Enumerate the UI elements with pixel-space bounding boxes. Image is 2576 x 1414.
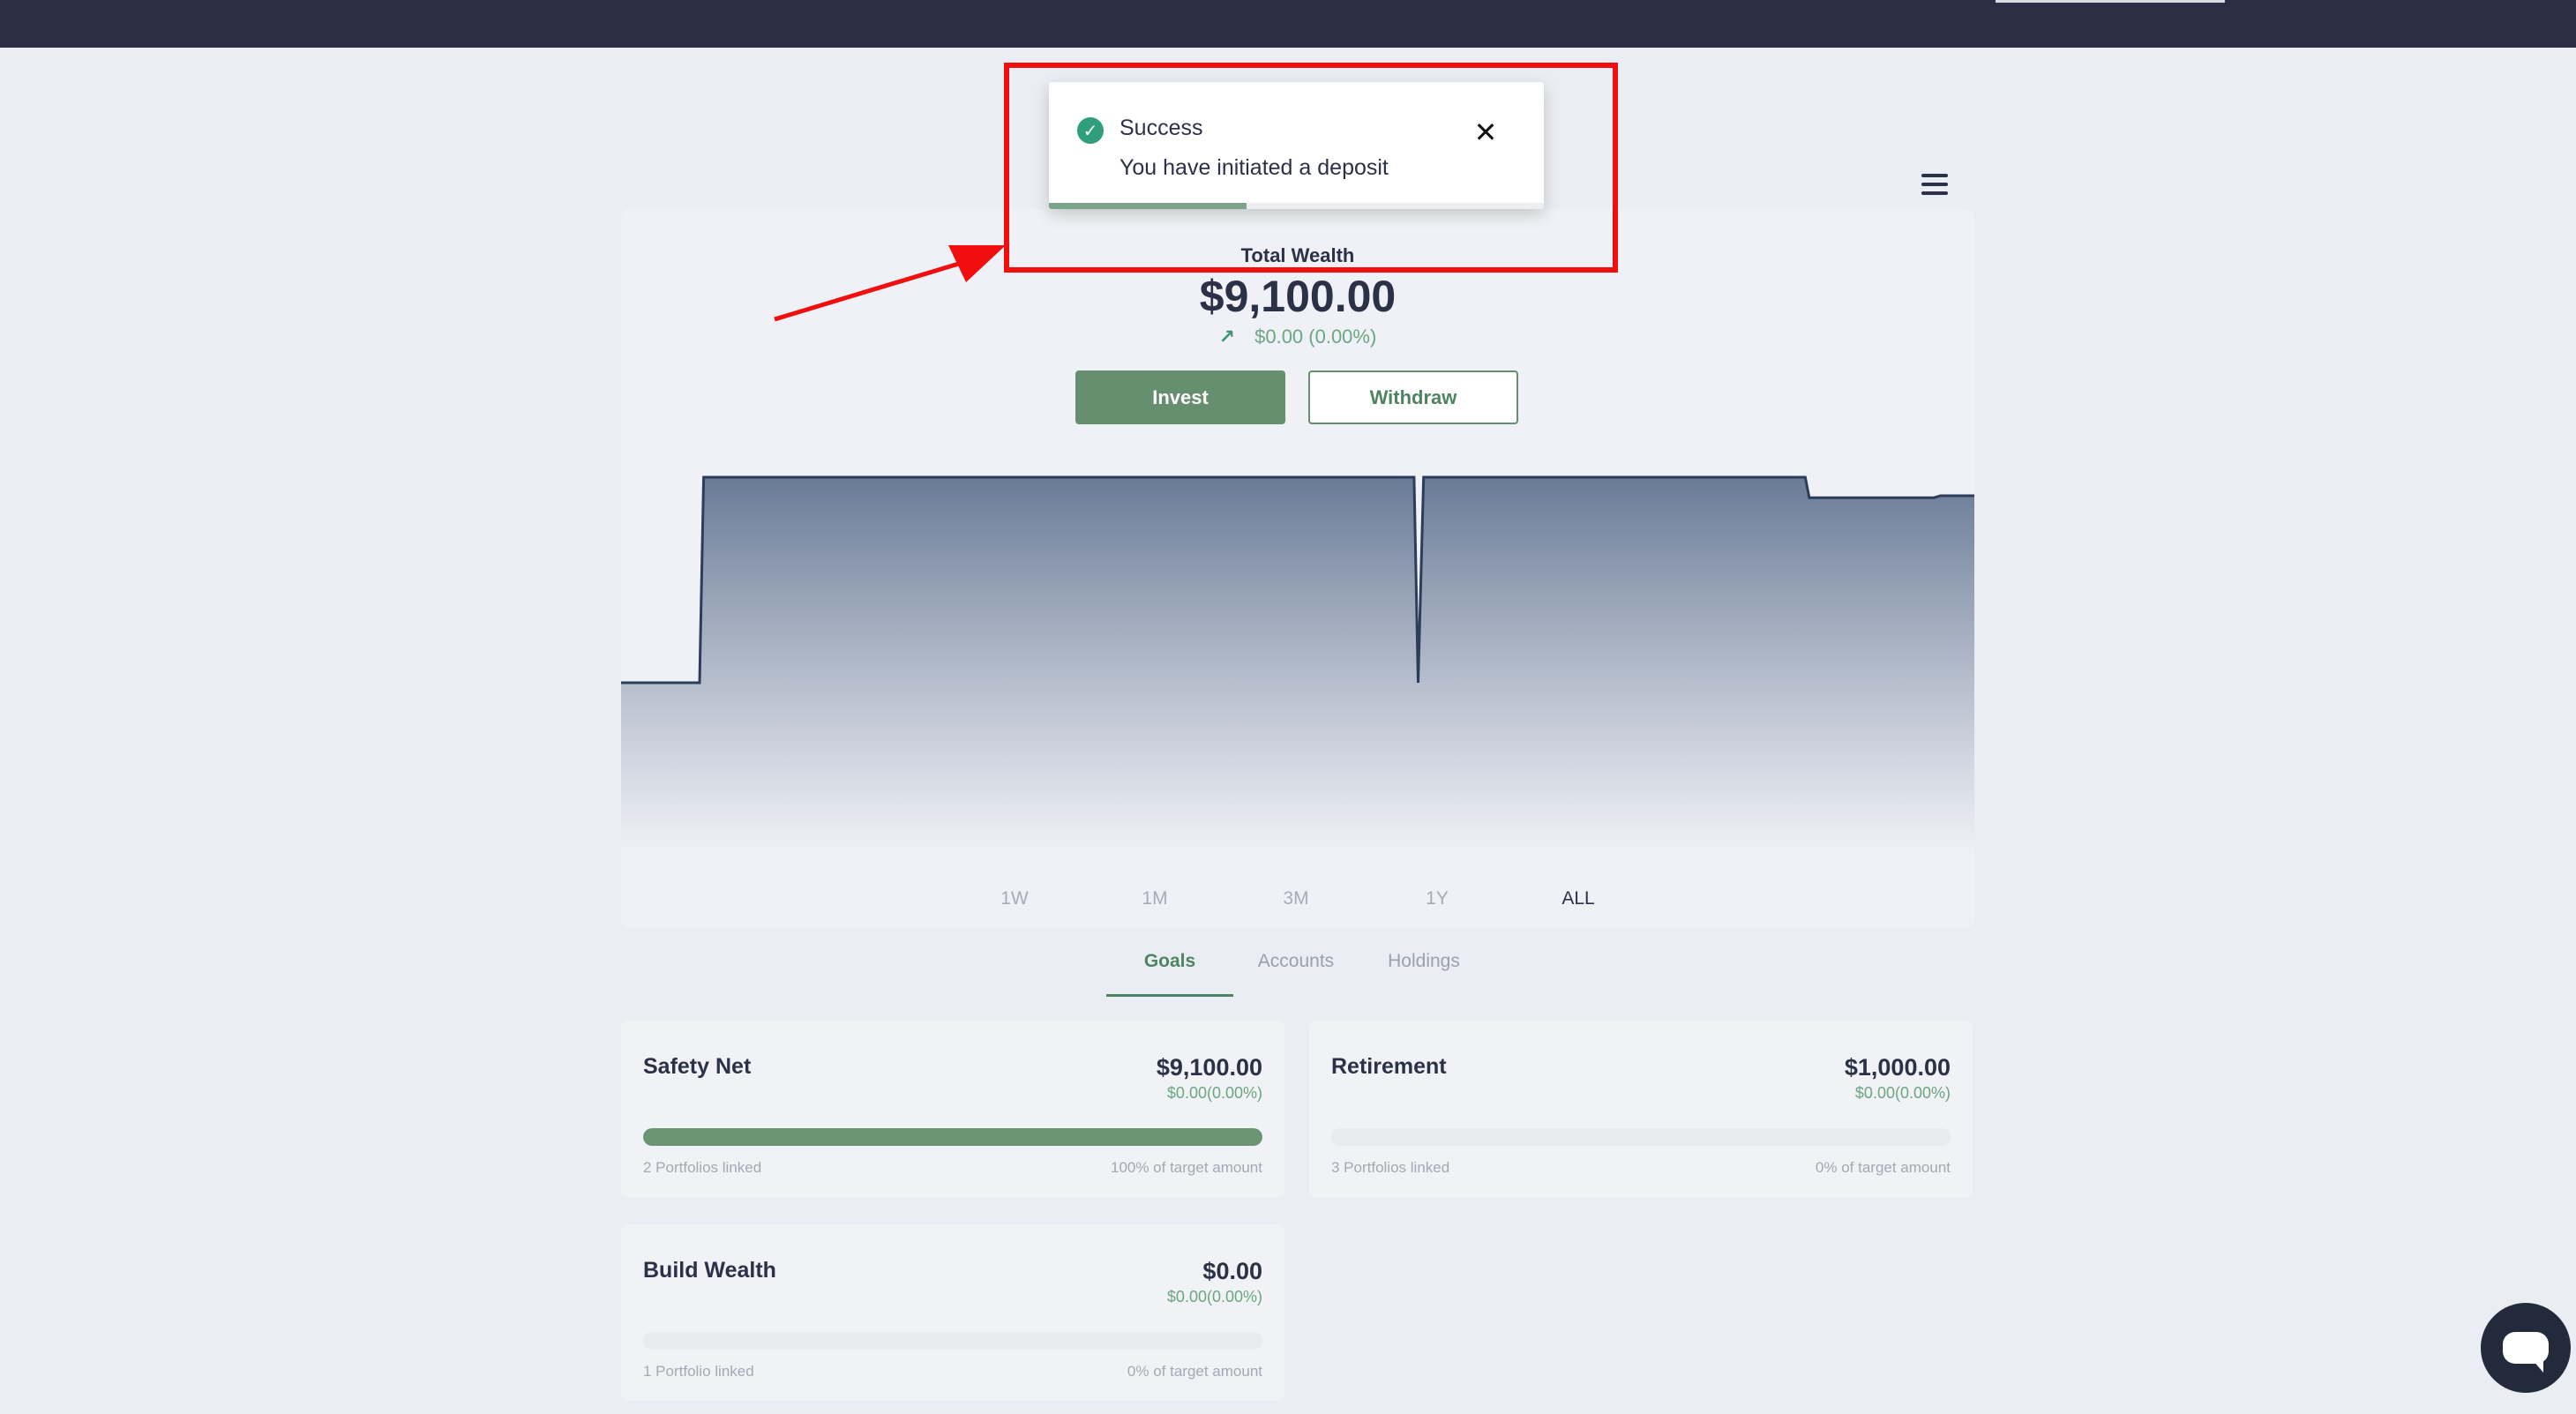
goal-amount: $9,100.00 [1156,1054,1262,1081]
range-all[interactable]: ALL [1561,888,1594,909]
change-value: $0.00 (0.00%) [1254,325,1377,348]
range-1m[interactable]: 1M [1142,888,1167,909]
goal-change: $0.00(0.00%) [1166,1084,1262,1102]
goal-amount: $0.00 [1202,1258,1262,1284]
range-1w[interactable]: 1W [1000,888,1029,909]
withdraw-button[interactable]: Withdraw [1308,370,1518,424]
tab-accounts[interactable]: Accounts [1258,951,1334,972]
total-wealth-change: ↗ $0.00 (0.00%) [621,325,1974,348]
goal-card-build-wealth[interactable]: Build Wealth $0.00 $0.00(0.00%) 1 Portfolio… [621,1224,1284,1401]
goal-portfolios-linked: 2 Portfolios linked [643,1159,762,1176]
range-1y[interactable]: 1Y [1426,888,1449,909]
goal-name: Build Wealth [643,1258,776,1283]
topbar-tab-indicator [1996,0,2225,3]
annotation-arrow [774,245,1006,322]
goal-change: $0.00(0.00%) [1166,1288,1262,1306]
goal-progress-track [643,1128,1262,1146]
hamburger-menu-icon[interactable] [1920,171,1950,198]
goal-change: $0.00(0.00%) [1854,1084,1951,1102]
goal-progress-track [1331,1128,1951,1146]
goal-amount: $1,000.00 [1844,1054,1951,1081]
tab-holdings[interactable]: Holdings [1388,951,1460,972]
wealth-chart [621,475,1974,853]
time-range-selector: 1W 1M 3M 1Y ALL [621,888,1974,915]
tab-goals[interactable]: Goals [1144,951,1195,972]
active-tab-underline [1106,994,1233,997]
goal-target-percent: 0% of target amount [1127,1363,1262,1380]
goal-progress-fill [643,1128,1262,1146]
goal-name: Retirement [1331,1054,1447,1079]
section-tabs: Goals Accounts Holdings [1106,944,1494,997]
annotation-highlight-box [1004,63,1618,273]
range-3m[interactable]: 3M [1283,888,1308,909]
goal-name: Safety Net [643,1054,752,1079]
top-navigation-bar [0,0,2576,48]
goal-portfolios-linked: 1 Portfolio linked [643,1363,754,1380]
goal-target-percent: 100% of target amount [1110,1159,1262,1176]
goal-progress-track [643,1332,1262,1350]
arrow-up-right-icon: ↗ [1218,325,1236,348]
chat-bubble-icon[interactable] [2481,1303,2571,1393]
invest-button[interactable]: Invest [1075,370,1285,424]
goal-card-safety-net[interactable]: Safety Net $9,100.00 $0.00(0.00%) 2 Portfol… [621,1021,1284,1197]
goal-card-retirement[interactable]: Retirement $1,000.00 $0.00(0.00%) 3 Portfol… [1309,1021,1973,1197]
chart-area-fill [621,477,1974,853]
goal-target-percent: 0% of target amount [1815,1159,1951,1176]
goal-portfolios-linked: 3 Portfolios linked [1331,1159,1450,1176]
